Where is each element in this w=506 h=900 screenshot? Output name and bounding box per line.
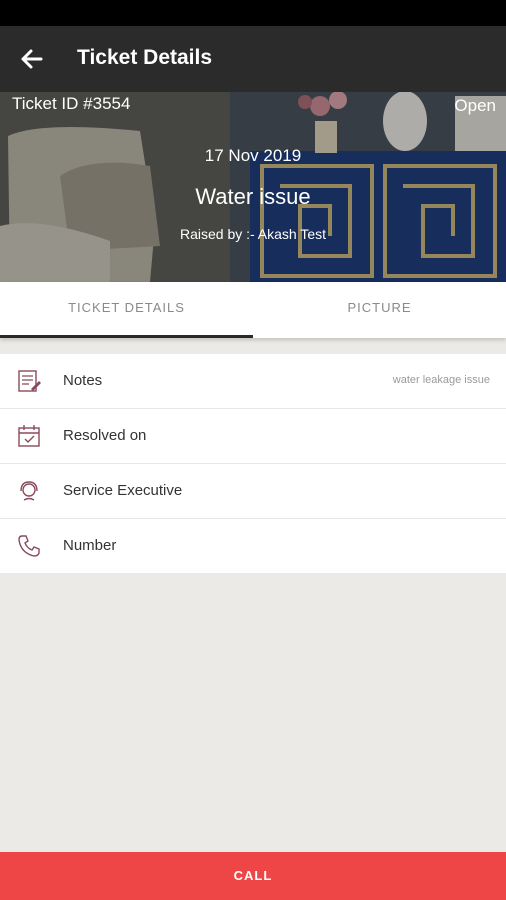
detail-row-service-executive[interactable]: Service Executive: [0, 464, 506, 519]
tab-ticket-details[interactable]: TICKET DETAILS: [0, 282, 253, 338]
notes-icon: [18, 370, 41, 392]
back-button[interactable]: [14, 45, 48, 73]
ticket-status: Open: [454, 96, 496, 115]
detail-label: Service Executive: [63, 482, 183, 499]
detail-label: Notes: [63, 372, 103, 389]
call-button[interactable]: CALL: [0, 852, 506, 900]
ticket-subject: Water issue: [195, 184, 311, 209]
ticket-date: 17 Nov 2019: [204, 146, 302, 165]
ticket-raised-by: Raised by :- Akash Test: [179, 226, 327, 242]
detail-label: Resolved on: [63, 427, 147, 444]
tab-indicator: [0, 335, 253, 338]
ticket-header: Ticket Details Ticket ID #3554 Open 17 N…: [0, 26, 506, 282]
app-bar: Ticket Details: [0, 26, 506, 92]
arrow-left-icon: [21, 49, 43, 69]
ticket-id: Ticket ID #3554: [12, 94, 131, 113]
headset-icon: [20, 481, 38, 501]
calendar-check-icon: [18, 425, 40, 447]
phone-icon: [18, 535, 40, 557]
tab-bar: TICKET DETAILS PICTURE: [0, 282, 506, 338]
page-title: Ticket Details: [77, 46, 213, 69]
details-list: Notes water leakage issue Resolved on Se…: [0, 354, 506, 573]
tab-picture[interactable]: PICTURE: [253, 282, 506, 338]
detail-label: Number: [63, 537, 117, 554]
detail-value: water leakage issue: [392, 374, 490, 386]
status-bar: [0, 0, 506, 26]
detail-row-resolved-on[interactable]: Resolved on: [0, 409, 506, 464]
detail-row-notes[interactable]: Notes water leakage issue: [0, 354, 506, 409]
detail-row-number[interactable]: Number: [0, 519, 506, 573]
